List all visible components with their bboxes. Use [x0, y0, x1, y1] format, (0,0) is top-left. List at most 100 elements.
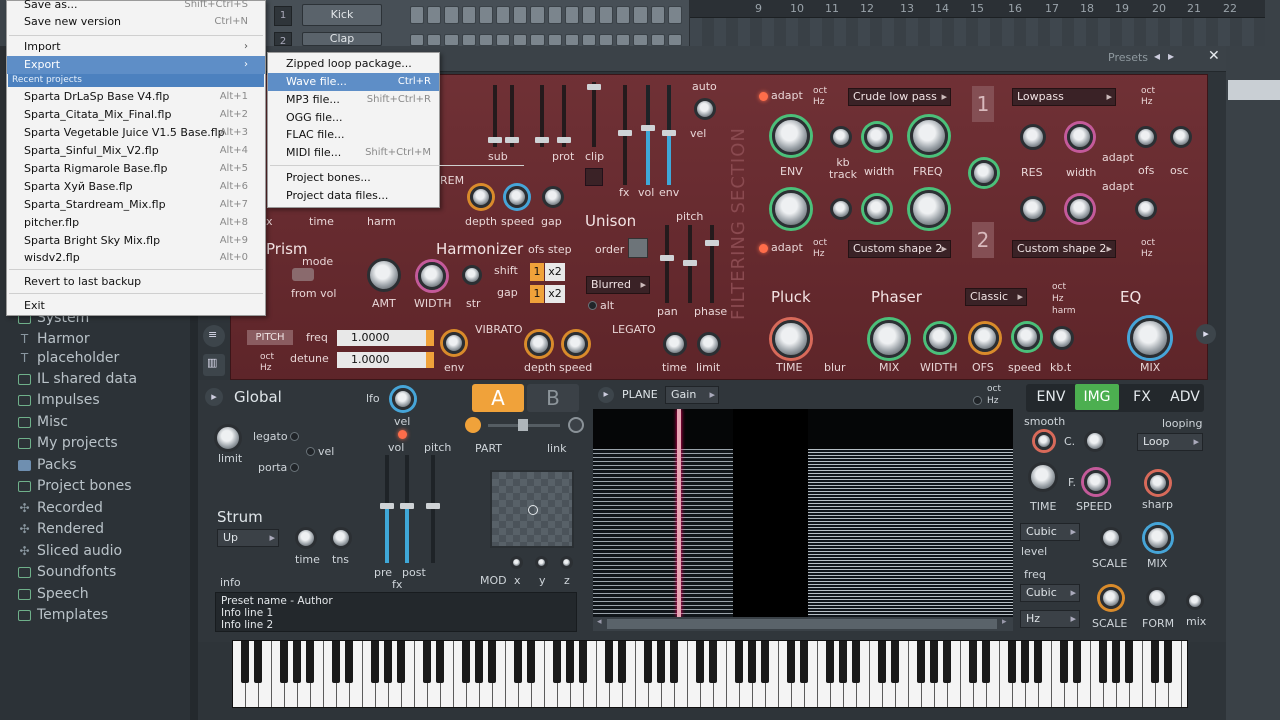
xy-cursor[interactable]	[528, 505, 538, 515]
ofs-knob[interactable]	[1135, 126, 1157, 148]
timeline-ruler[interactable]: 9 10 11 12 13 14 15 16 17 18 19 20 21 22	[690, 0, 1265, 18]
prism-mode-button[interactable]	[292, 268, 314, 281]
image-spectrogram[interactable]	[593, 409, 1013, 617]
black-key[interactable]	[293, 641, 301, 683]
freq-field[interactable]: 1.0000	[337, 330, 434, 346]
res-knob[interactable]	[1020, 124, 1046, 150]
black-key[interactable]	[982, 641, 990, 683]
amt-knob[interactable]	[367, 258, 401, 292]
black-key[interactable]	[280, 641, 288, 683]
next-page-arrow-icon[interactable]: ▸	[1196, 324, 1216, 344]
xy-pad[interactable]	[490, 470, 574, 548]
prev-preset-arrow-icon[interactable]: ◂	[1154, 49, 1160, 63]
recent-project-item[interactable]: Sparta DrLaSp Base V4.flp Alt+1	[7, 88, 265, 106]
black-key[interactable]	[306, 641, 314, 683]
freq-interp-select[interactable]: Cubic	[1020, 584, 1080, 602]
browser-item-placeholder[interactable]: Tplaceholder	[18, 348, 119, 368]
black-key[interactable]	[709, 641, 717, 683]
legato-limit-knob[interactable]	[697, 332, 721, 356]
pitch-slider-2[interactable]	[426, 455, 440, 563]
filter-1-number[interactable]: 1	[972, 86, 994, 122]
menu-item-save-as[interactable]: Save as... Shift+Ctrl+S	[7, 0, 265, 14]
sub-slider-2[interactable]	[505, 85, 519, 147]
browser-item-project-bones[interactable]: Project bones	[18, 476, 132, 496]
browser-item-rendered[interactable]: ✣ Rendered	[18, 519, 104, 539]
width-knob-3[interactable]	[1067, 196, 1093, 222]
channel-number[interactable]: 2	[274, 32, 292, 47]
browser-item-my-projects[interactable]: My projects	[18, 433, 118, 453]
menu-list-icon[interactable]: ≡	[203, 325, 225, 347]
strum-tns-knob[interactable]	[330, 527, 352, 549]
black-key[interactable]	[397, 641, 405, 683]
legato-time-knob[interactable]	[663, 332, 687, 356]
black-key[interactable]	[1008, 641, 1016, 683]
pitch-env-knob[interactable]	[443, 332, 465, 354]
part-a-led[interactable]	[465, 417, 481, 433]
freq-unit-select[interactable]: Hz	[1020, 610, 1080, 628]
channel-number[interactable]: 1	[274, 6, 292, 26]
prot-slider[interactable]	[535, 85, 549, 147]
eq-mix-knob[interactable]	[1130, 318, 1170, 358]
browser-item-misc[interactable]: Misc	[18, 412, 68, 432]
export-ogg-file[interactable]: OGG file...	[268, 109, 439, 127]
phaser-width-knob[interactable]	[926, 324, 954, 352]
ofs-knob-2[interactable]	[1135, 198, 1157, 220]
filter-2-freq-knob[interactable]	[910, 190, 948, 228]
black-key[interactable]	[254, 641, 262, 683]
res-knob-2[interactable]	[1020, 196, 1046, 222]
limit-knob[interactable]	[214, 424, 242, 452]
filter-2-type-select[interactable]: Lowpass	[1012, 88, 1116, 106]
black-key[interactable]	[527, 641, 535, 683]
recent-project-item[interactable]: Sparta_Citata_Mix_Final.flp Alt+2	[7, 106, 265, 124]
black-key[interactable]	[787, 641, 795, 683]
channel-kick-button[interactable]: Kick	[302, 4, 382, 26]
sub-slider[interactable]	[488, 85, 502, 147]
vol-slider[interactable]	[641, 85, 655, 185]
shift-step-value[interactable]: x2	[545, 263, 565, 281]
filter-width-knob[interactable]	[864, 124, 890, 150]
next-preset-arrow-icon[interactable]: ▸	[1168, 49, 1174, 63]
mod-y-knob[interactable]	[535, 556, 548, 569]
strum-direction-select[interactable]: Up	[217, 529, 279, 547]
gap-step-value[interactable]: x2	[545, 285, 565, 303]
black-key[interactable]	[748, 641, 756, 683]
recent-project-item[interactable]: Sparta Bright Sky Mix.flp Alt+9	[7, 232, 265, 250]
black-key[interactable]	[878, 641, 886, 683]
export-project-data-files[interactable]: Project data files...	[268, 187, 439, 205]
black-key[interactable]	[579, 641, 587, 683]
black-key[interactable]	[462, 641, 470, 683]
tab-adv[interactable]: ADV	[1165, 384, 1205, 410]
osc-knob[interactable]	[1170, 126, 1192, 148]
playhead-marker[interactable]	[677, 409, 681, 617]
pan-slider[interactable]	[660, 225, 674, 303]
auto-knob[interactable]	[694, 98, 716, 120]
black-key[interactable]	[566, 641, 574, 683]
black-key[interactable]	[696, 641, 704, 683]
tab-img[interactable]: IMG	[1075, 384, 1119, 410]
black-key[interactable]	[735, 641, 743, 683]
recent-project-item[interactable]: wisdv2.flp Alt+0	[7, 249, 265, 267]
oct-hz-toggle[interactable]	[973, 396, 982, 405]
export-wave-file[interactable]: Wave file... Ctrl+R	[268, 73, 439, 91]
img-speed-knob[interactable]	[1084, 470, 1108, 494]
phaser-ofs-knob[interactable]	[971, 324, 999, 352]
black-key[interactable]	[852, 641, 860, 683]
alt-toggle[interactable]	[588, 301, 597, 310]
black-key[interactable]	[943, 641, 951, 683]
spectrogram-scrollbar[interactable]: ◂ ▸	[593, 617, 1013, 631]
audio-clip[interactable]	[1228, 80, 1280, 100]
detune-field[interactable]: 1.0000	[337, 352, 434, 368]
info-box[interactable]: Preset name - Author Info line 1 Info li…	[215, 592, 577, 632]
adapt-led-2[interactable]	[759, 244, 768, 253]
black-key[interactable]	[332, 641, 340, 683]
pluck-time-knob[interactable]	[772, 320, 810, 358]
shift-offset-value[interactable]: 1	[530, 263, 544, 281]
clip-curve-button[interactable]	[585, 168, 603, 186]
black-key[interactable]	[1073, 641, 1081, 683]
black-key[interactable]	[605, 641, 613, 683]
form-knob[interactable]	[1146, 587, 1168, 609]
black-key[interactable]	[436, 641, 444, 683]
recent-project-item[interactable]: Sparta_Stardream_Mix.flp Alt+7	[7, 196, 265, 214]
clip-slider[interactable]	[587, 82, 601, 147]
porta-toggle[interactable]	[290, 463, 299, 472]
